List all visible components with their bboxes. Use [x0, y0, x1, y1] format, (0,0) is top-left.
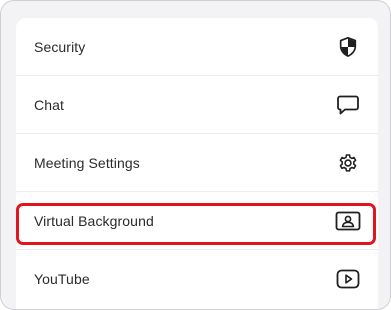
menu-item-label: Meeting Settings — [34, 154, 140, 171]
chat-bubble-icon — [335, 92, 361, 118]
menu-item-label: YouTube — [34, 271, 90, 287]
play-button-icon — [335, 266, 361, 292]
menu-item-label: Virtual Background — [34, 212, 154, 229]
menu-item-label: Chat — [34, 96, 64, 113]
menu-item-virtual-background[interactable]: Virtual Background — [16, 192, 378, 250]
gear-icon — [335, 150, 361, 176]
settings-menu-list: Security Chat Meeting Settings Virtual B… — [16, 18, 378, 309]
menu-item-chat[interactable]: Chat — [16, 76, 378, 134]
menu-item-youtube[interactable]: YouTube — [16, 250, 378, 308]
settings-panel: Security Chat Meeting Settings Virtual B… — [0, 0, 391, 310]
menu-item-security[interactable]: Security — [16, 18, 378, 76]
menu-item-label: Security — [34, 38, 86, 55]
menu-item-meeting-settings[interactable]: Meeting Settings — [16, 134, 378, 192]
portrait-frame-icon — [335, 208, 361, 234]
shield-icon — [335, 34, 361, 60]
